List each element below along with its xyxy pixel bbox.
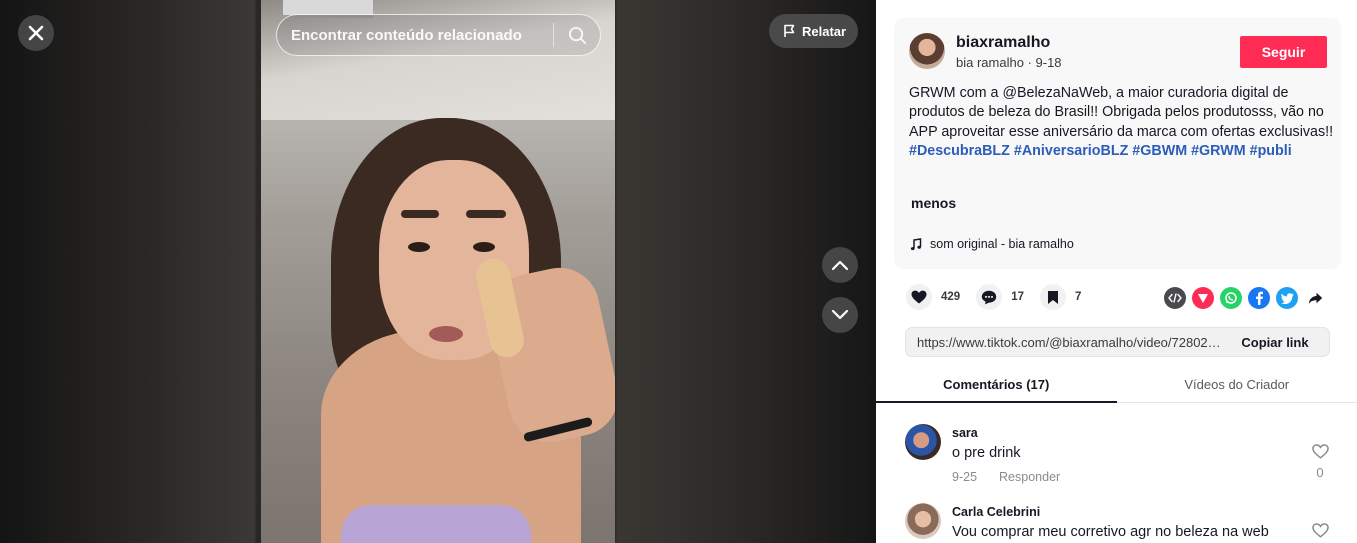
description-text: GRWM com a @BelezaNaWeb, a maior curador… [909, 85, 1334, 140]
music-link[interactable]: som original - bia ramalho [910, 237, 1074, 251]
show-less-link[interactable]: menos [911, 195, 956, 211]
share-buttons [1164, 287, 1326, 309]
comment-meta: 9-25 Responder [952, 470, 1060, 484]
video-player-area: Relatar [0, 0, 876, 543]
comment-avatar[interactable] [905, 503, 941, 539]
video-top [341, 505, 531, 543]
post-date: 9-18 [1035, 55, 1062, 70]
music-note-icon [910, 237, 922, 250]
comment-item: sara o pre drink 9-25 Responder 0 [905, 424, 1345, 486]
follow-button[interactable]: Seguir [1240, 36, 1327, 68]
twitter-icon[interactable] [1276, 287, 1298, 309]
video-eye-left [408, 242, 430, 252]
close-icon [28, 25, 44, 41]
comment-item: Carla Celebrini Vou comprar meu corretiv… [905, 503, 1345, 543]
comment-username[interactable]: Carla Celebrini [952, 505, 1040, 519]
chevron-up-icon [831, 260, 849, 271]
video-mouth [429, 326, 463, 342]
tiktok-video-page: Relatar biaxramalho bia ramalho · 9-18 S… [0, 0, 1357, 543]
date-separator: · [1027, 55, 1036, 70]
embed-icon[interactable] [1164, 287, 1186, 309]
author-avatar[interactable] [909, 33, 945, 69]
search-button[interactable] [554, 15, 600, 55]
comment-button[interactable]: 17 [976, 284, 1024, 310]
facebook-icon[interactable] [1248, 287, 1270, 309]
report-button[interactable]: Relatar [769, 14, 858, 48]
favorite-button[interactable]: 7 [1039, 284, 1082, 310]
heart-outline-icon [1311, 444, 1329, 459]
hashtag-publi[interactable]: #publi [1250, 143, 1292, 159]
author-username[interactable]: biaxramalho [956, 34, 1050, 52]
video-frame[interactable] [261, 0, 615, 543]
comment-avatar[interactable] [905, 424, 941, 460]
music-label: som original - bia ramalho [930, 237, 1074, 251]
comment-like-button[interactable] [1309, 523, 1331, 543]
send-icon[interactable] [1192, 287, 1214, 309]
video-brow-left [401, 210, 439, 218]
panel-tabs: Comentários (17) Vídeos do Criador [876, 370, 1357, 403]
search-icon [568, 26, 586, 44]
chevron-down-icon [831, 309, 849, 320]
comment-count: 17 [1011, 291, 1024, 303]
share-arrow-icon[interactable] [1304, 287, 1326, 309]
flag-icon [784, 24, 795, 37]
comment-text: o pre drink [952, 445, 1021, 461]
report-label: Relatar [802, 23, 847, 39]
hashtag-descubrablz[interactable]: #DescubraBLZ [909, 143, 1010, 159]
previous-video-button[interactable] [822, 247, 858, 283]
video-description: GRWM com a @BelezaNaWeb, a maior curador… [909, 84, 1334, 161]
comment-username[interactable]: sara [952, 426, 978, 440]
tab-comments[interactable]: Comentários (17) [876, 370, 1117, 403]
search-input[interactable] [277, 15, 553, 55]
engagement-actions: 429 17 7 [906, 284, 1097, 310]
copy-link-button[interactable]: Copiar link [1221, 328, 1329, 356]
reply-button[interactable]: Responder [999, 470, 1060, 484]
search-bar [276, 14, 601, 56]
tab-creator-videos[interactable]: Vídeos do Criador [1117, 370, 1357, 402]
comment-like-count: 0 [1316, 465, 1324, 480]
like-count: 429 [941, 291, 961, 303]
video-brow-right [466, 210, 506, 218]
author-nickname-date: bia ramalho · 9-18 [956, 55, 1062, 70]
next-video-button[interactable] [822, 297, 858, 333]
hashtag-grwm[interactable]: #GRWM [1191, 143, 1246, 159]
comment-icon [976, 284, 1003, 310]
heart-icon [906, 284, 932, 310]
video-info-card: biaxramalho bia ramalho · 9-18 Seguir GR… [894, 18, 1341, 269]
copy-link-box: https://www.tiktok.com/@biaxramalho/vide… [905, 327, 1330, 357]
whatsapp-icon[interactable] [1220, 287, 1242, 309]
bookmark-icon [1039, 284, 1066, 310]
favorite-count: 7 [1074, 291, 1082, 303]
author-nickname[interactable]: bia ramalho [956, 55, 1024, 70]
comment-text: Vou comprar meu corretivo agr no beleza … [952, 524, 1269, 540]
like-button[interactable]: 429 [906, 284, 960, 310]
comment-like-button[interactable]: 0 [1309, 444, 1331, 484]
comment-date: 9-25 [952, 470, 978, 484]
heart-outline-icon [1311, 523, 1329, 538]
video-url: https://www.tiktok.com/@biaxramalho/vide… [917, 334, 1221, 350]
close-button[interactable] [18, 15, 54, 51]
video-details-panel: biaxramalho bia ramalho · 9-18 Seguir GR… [876, 0, 1357, 543]
video-eye-right [473, 242, 495, 252]
hashtag-aniversarioblz[interactable]: #AniversarioBLZ [1014, 143, 1128, 159]
hashtag-gbwm[interactable]: #GBWM [1132, 143, 1187, 159]
